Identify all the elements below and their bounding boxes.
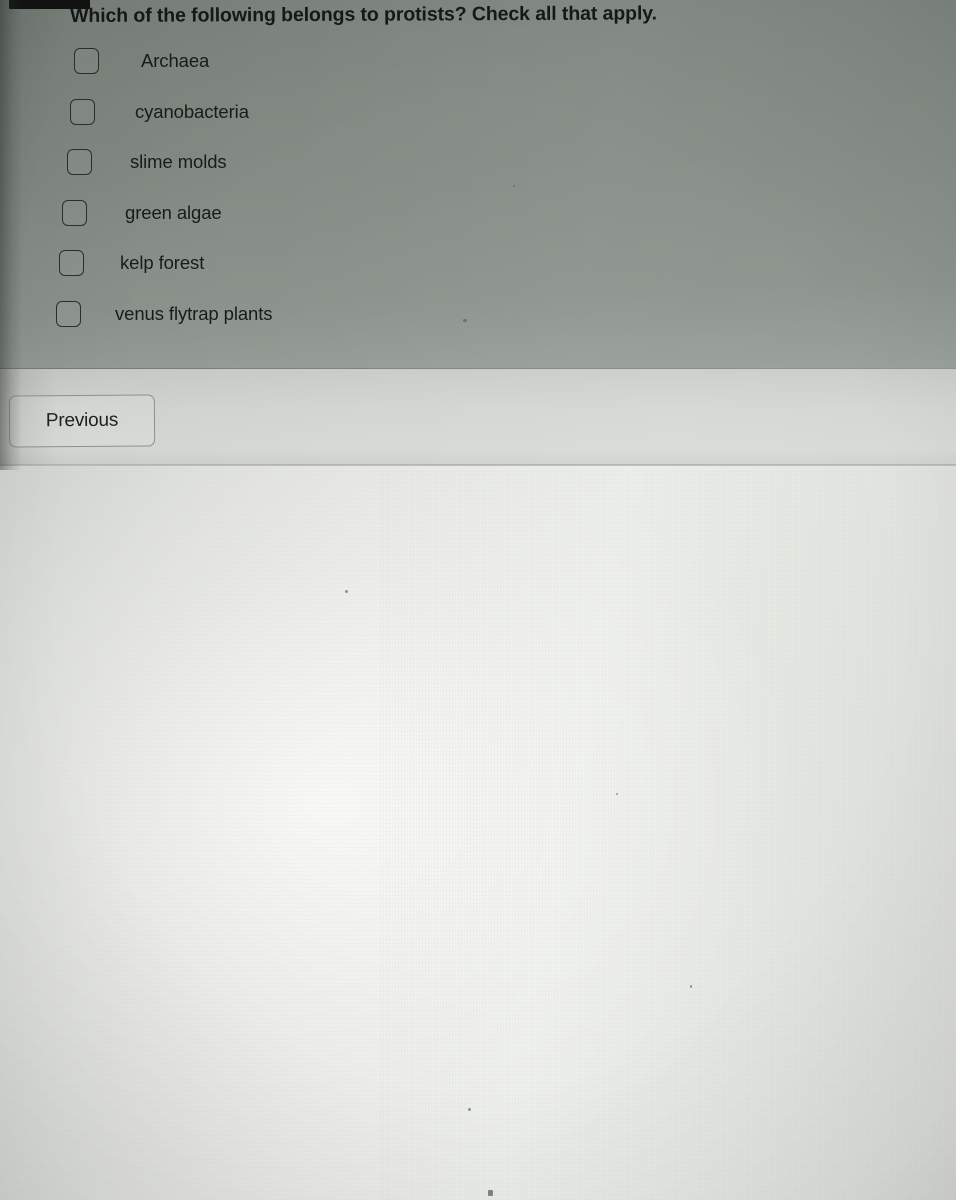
checkbox-icon-kelp-forest[interactable] — [59, 250, 84, 276]
checkbox-icon-slime-molds[interactable] — [67, 149, 92, 175]
dust-speck — [488, 1190, 493, 1196]
option-label-kelp-forest: kelp forest — [120, 252, 205, 273]
option-row-slime-molds[interactable]: slime molds — [67, 149, 227, 175]
checkbox-icon-archaea[interactable] — [74, 48, 99, 74]
checkbox-icon-venus-flytrap-plants[interactable] — [56, 301, 81, 327]
dust-speck — [345, 590, 348, 593]
option-label-green-algae: green algae — [125, 202, 222, 223]
options-list: Archaea cyanobacteria slime molds green … — [0, 0, 956, 372]
option-label-cyanobacteria: cyanobacteria — [135, 101, 249, 122]
blank-surface — [0, 466, 956, 1200]
dust-speck — [468, 1108, 471, 1111]
option-label-slime-molds: slime molds — [130, 151, 227, 172]
option-row-cyanobacteria[interactable]: cyanobacteria — [70, 99, 249, 125]
dust-speck — [616, 793, 618, 795]
previous-button-label: Previous — [45, 409, 119, 432]
option-row-venus-flytrap-plants[interactable]: venus flytrap plants — [56, 301, 273, 327]
photo-canvas: Which of the following belongs to protis… — [0, 0, 956, 1200]
option-row-archaea[interactable]: Archaea — [74, 48, 209, 74]
previous-button[interactable]: Previous — [8, 394, 156, 448]
checkbox-icon-cyanobacteria[interactable] — [70, 99, 95, 125]
option-label-venus-flytrap-plants: venus flytrap plants — [115, 303, 273, 324]
dust-speck — [463, 319, 467, 322]
dust-speck — [690, 985, 692, 988]
quiz-panel: Which of the following belongs to protis… — [0, 0, 956, 372]
checkbox-icon-green-algae[interactable] — [62, 200, 87, 226]
dust-speck — [513, 185, 515, 187]
option-row-green-algae[interactable]: green algae — [62, 200, 222, 226]
option-row-kelp-forest[interactable]: kelp forest — [59, 250, 204, 276]
option-label-archaea: Archaea — [141, 50, 210, 71]
